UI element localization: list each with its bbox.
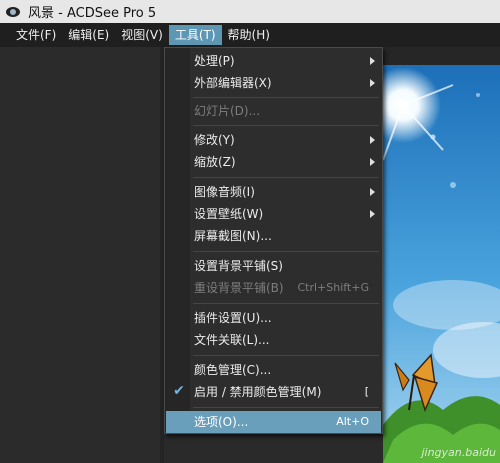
menu-item-external-editor[interactable]: 外部编辑器(X) — [166, 72, 381, 94]
tools-menu: 处理(P) 外部编辑器(X) 幻灯片(D)... 修改(Y) 缩放(Z) 图像音… — [164, 47, 383, 434]
menu-item-file-associations[interactable]: 文件关联(L)... — [166, 329, 381, 351]
menu-item-zoom[interactable]: 缩放(Z) — [166, 151, 381, 173]
menu-tools[interactable]: 工具(T) — [168, 25, 222, 45]
menu-item-image-audio[interactable]: 图像音频(I) — [166, 181, 381, 203]
menu-item-options[interactable]: 选项(O)... Alt+O — [166, 411, 381, 433]
submenu-arrow-icon — [370, 210, 375, 218]
menu-item-set-background-tile[interactable]: 设置背景平铺(S) — [166, 255, 381, 277]
submenu-arrow-icon — [370, 188, 375, 196]
menu-separator — [193, 125, 379, 126]
shortcut-label: Ctrl+Shift+G — [297, 281, 369, 294]
menu-item-plugin-settings[interactable]: 插件设置(U)... — [166, 307, 381, 329]
menu-item-slideshow[interactable]: 幻灯片(D)... — [166, 100, 381, 122]
menu-item-toggle-color-management[interactable]: ✔ 启用 / 禁用颜色管理(M) [ — [166, 381, 381, 403]
menu-separator — [193, 355, 379, 356]
shortcut-label: Alt+O — [336, 415, 369, 428]
shortcut-label: [ — [364, 385, 369, 398]
menu-edit[interactable]: 编辑(E) — [62, 25, 115, 45]
checkmark-icon: ✔ — [173, 383, 185, 399]
left-panel — [0, 47, 164, 463]
acdsee-app-icon — [4, 3, 22, 21]
menu-separator — [193, 97, 379, 98]
menu-item-screen-capture[interactable]: 屏幕截图(N)... — [166, 225, 381, 247]
menu-separator — [193, 303, 379, 304]
watermark: jingyan.baidu — [421, 446, 496, 459]
menu-item-set-wallpaper[interactable]: 设置壁纸(W) — [166, 203, 381, 225]
window-title: 风景 - ACDSee Pro 5 — [28, 6, 157, 21]
menu-separator — [193, 177, 379, 178]
menu-item-color-management[interactable]: 颜色管理(C)... — [166, 359, 381, 381]
menu-separator — [193, 251, 379, 252]
submenu-arrow-icon — [370, 79, 375, 87]
submenu-arrow-icon — [370, 57, 375, 65]
menu-item-modify[interactable]: 修改(Y) — [166, 129, 381, 151]
menu-separator — [193, 407, 379, 408]
submenu-arrow-icon — [370, 136, 375, 144]
menu-file[interactable]: 文件(F) — [10, 25, 62, 45]
menu-bar: 文件(F) 编辑(E) 视图(V) 工具(T) 帮助(H) — [0, 23, 500, 47]
title-bar: 风景 - ACDSee Pro 5 — [0, 0, 500, 23]
submenu-arrow-icon — [370, 158, 375, 166]
menu-item-process[interactable]: 处理(P) — [166, 50, 381, 72]
image-preview: jingyan.baidu — [383, 65, 500, 463]
landscape-photo — [383, 65, 500, 463]
menu-item-reset-background-tile[interactable]: 重设背景平铺(B) Ctrl+Shift+G — [166, 277, 381, 299]
menu-help[interactable]: 帮助(H) — [222, 25, 276, 45]
menu-view[interactable]: 视图(V) — [115, 25, 169, 45]
